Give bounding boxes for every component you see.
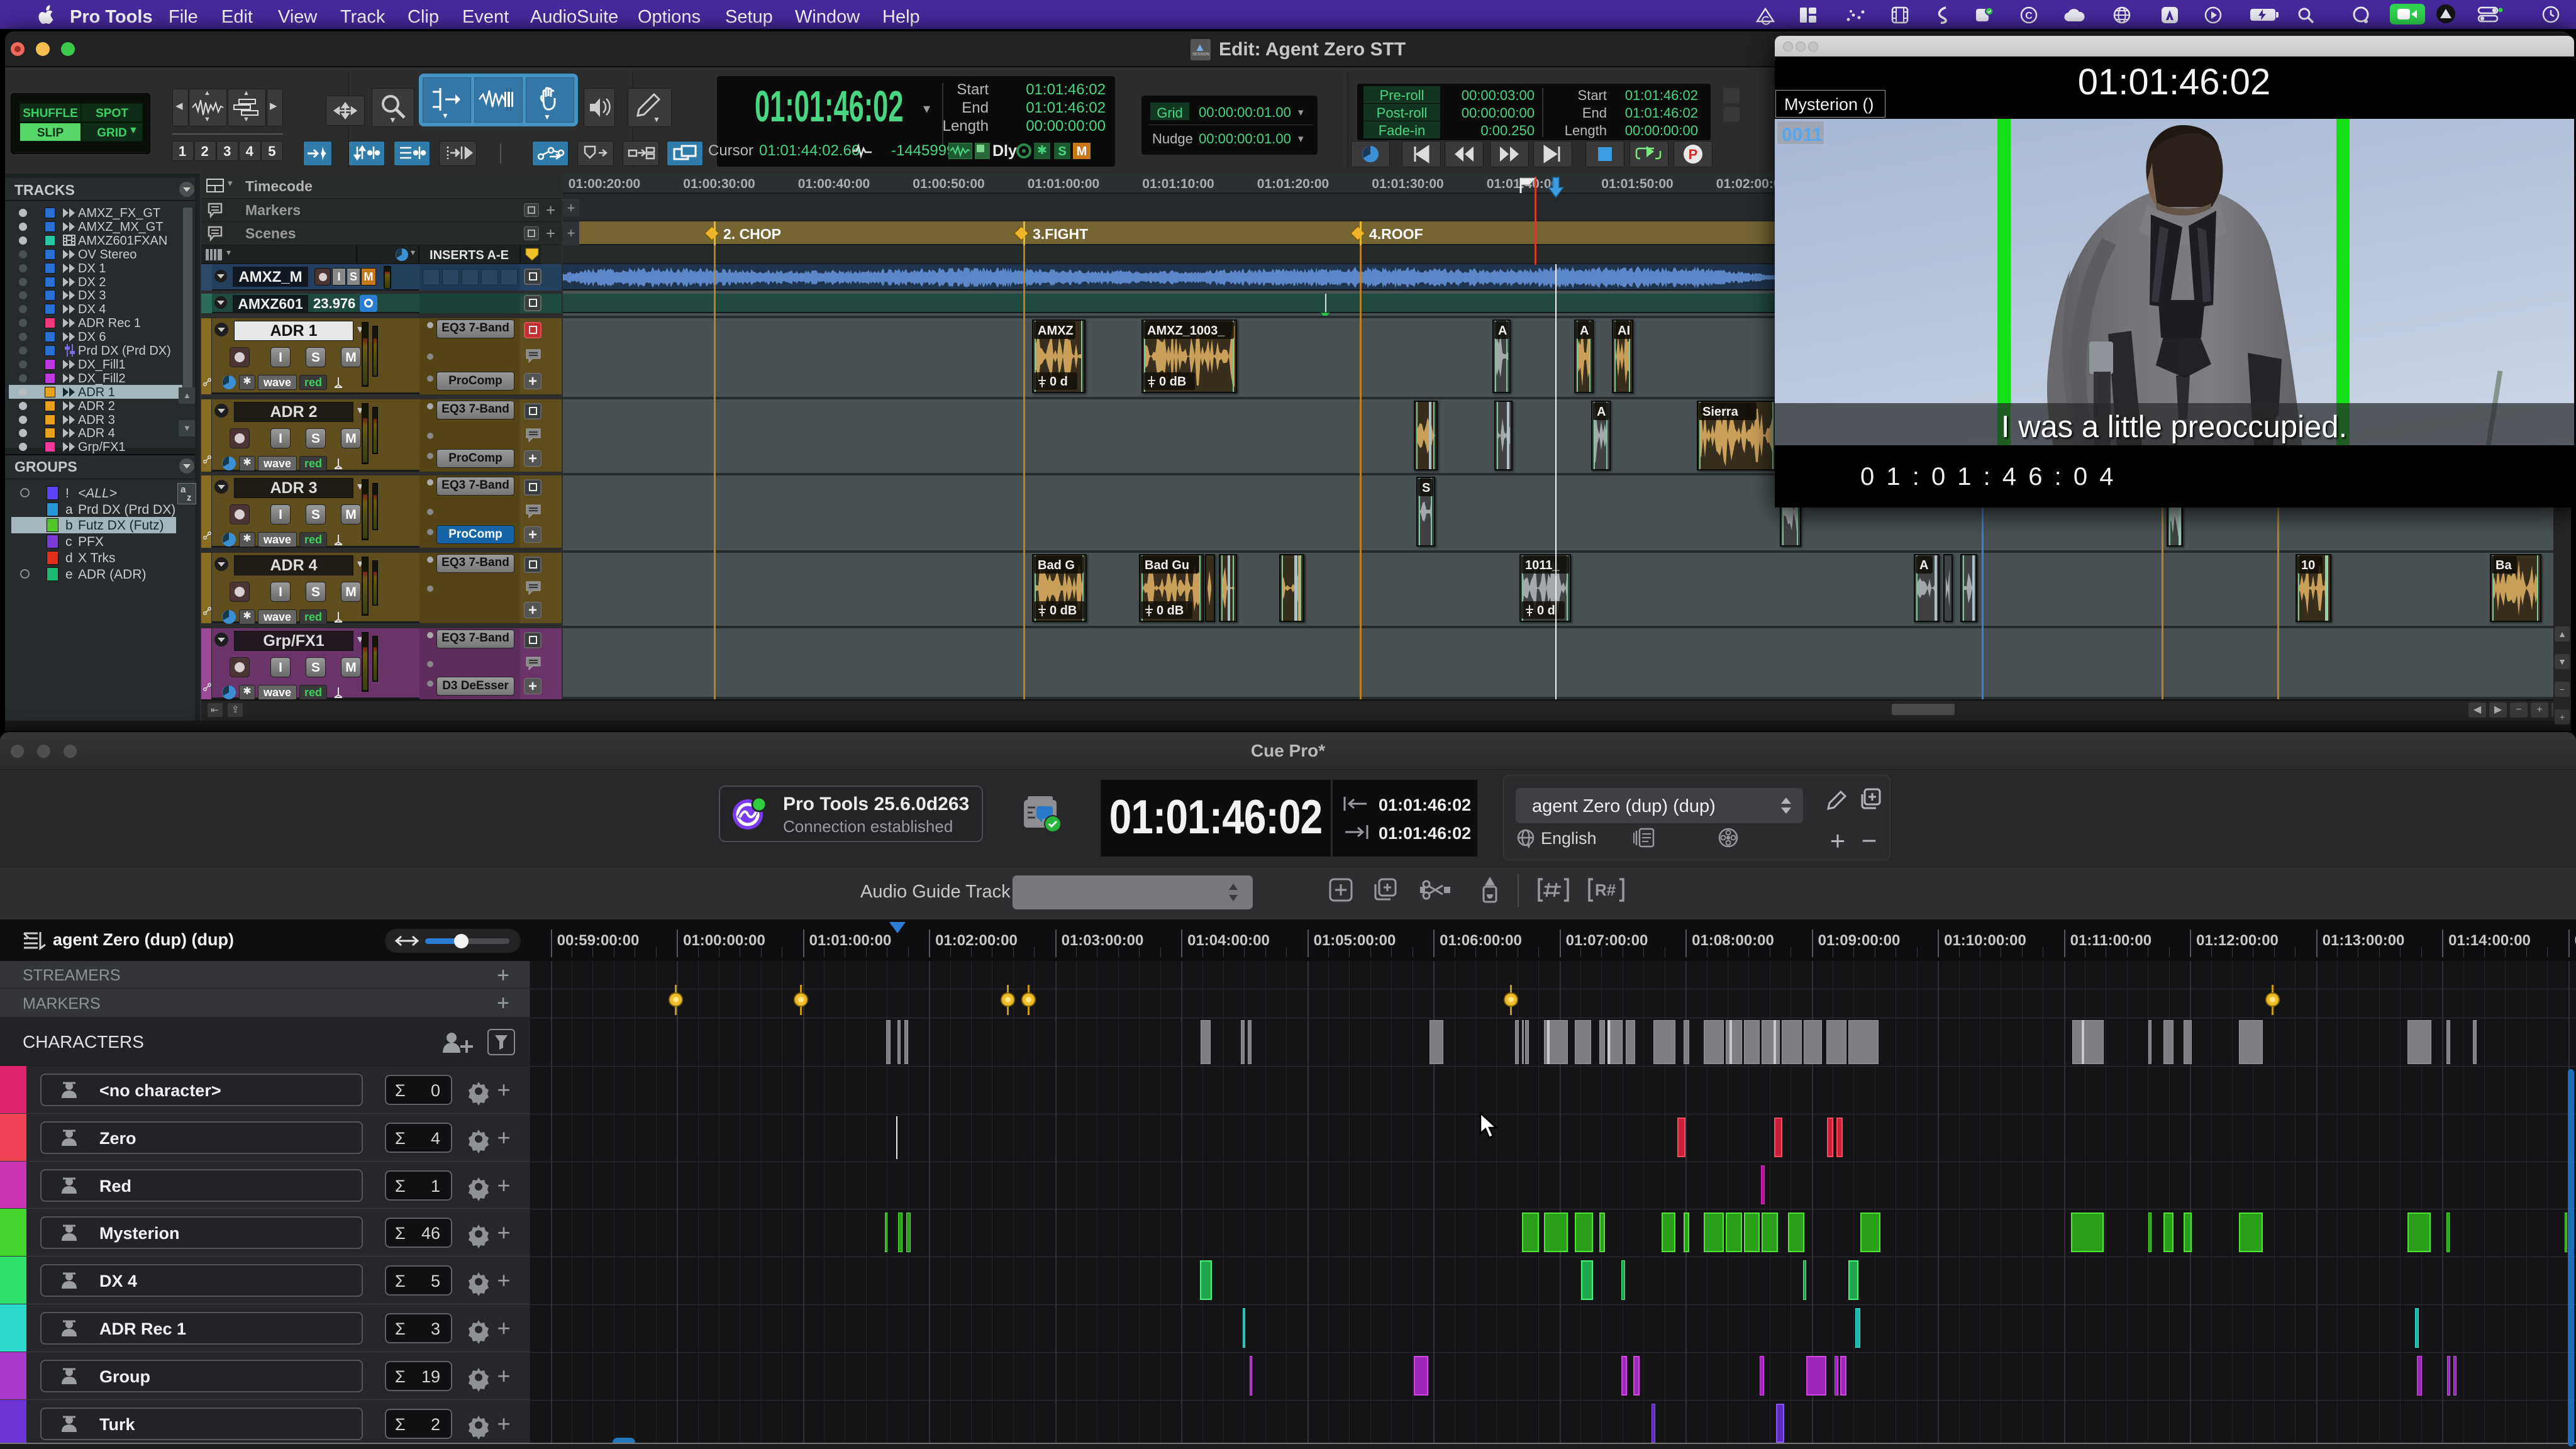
svg-text:P: P: [1689, 147, 1698, 162]
svg-text:R#: R#: [1595, 880, 1616, 899]
svg-text:C: C: [2025, 11, 2033, 21]
